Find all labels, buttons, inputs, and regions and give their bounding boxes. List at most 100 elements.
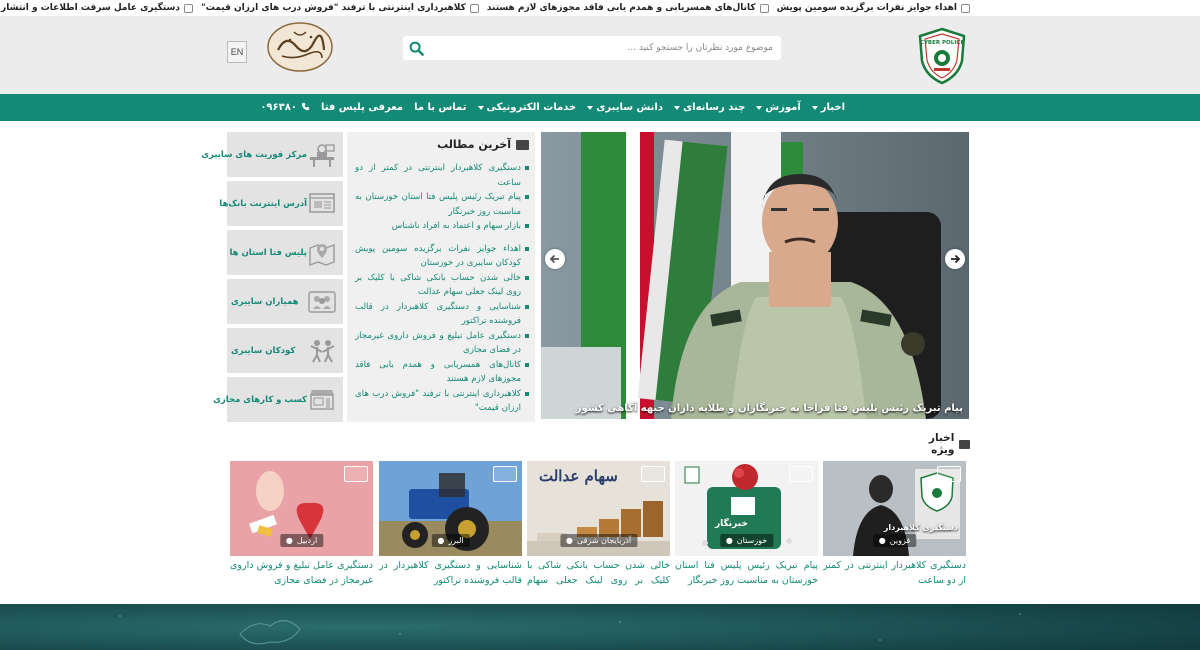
operator-desk-icon: [310, 143, 335, 167]
featured-card[interactable]: البرز ● شناسایی و دستگیری کلاهبردار در قا…: [379, 461, 522, 590]
arrow-right-icon: [951, 254, 961, 264]
card-image: البرز ●: [379, 461, 522, 556]
police-badge-icon: [469, 3, 479, 13]
slide-image: [541, 132, 969, 419]
list-item[interactable]: کلاهبرداری اینترنتی با ترفند "فروش درب ه…: [355, 387, 529, 416]
card-overlay-text: خبرنگار: [715, 519, 748, 529]
chevron-down-icon: [477, 105, 484, 110]
online-shop-icon: [310, 389, 334, 410]
main-navigation: اخبار آموزش چند رسانه‌ای دانش سایبری خدم…: [0, 94, 1200, 121]
logo-text: CYBER POLICE: [920, 40, 964, 46]
newspaper-icon: [641, 466, 665, 482]
slide-caption[interactable]: پیام تبریک رئیس پلیس فتا فراجا به خبرنگا…: [576, 403, 963, 414]
featured-news-header: اخبار ویژه: [908, 432, 970, 456]
arrow-left-icon: [549, 254, 559, 264]
chevron-down-icon: [674, 105, 680, 110]
ticker-item[interactable]: اهداء جوایز نفرات برگزیده سومین پویش: [777, 3, 970, 13]
card-overlay-text: سهام عدالت: [539, 467, 618, 485]
location-tag[interactable]: قزوین ●: [872, 534, 917, 547]
chevron-down-icon: [811, 105, 818, 110]
footer-banner: [0, 604, 1200, 650]
list-item[interactable]: دستگیری کلاهبردار اینترنتی در کمتر از دو…: [355, 161, 529, 190]
map-pin-icon: [309, 243, 335, 266]
language-switch-button[interactable]: EN: [227, 41, 247, 63]
featured-card[interactable]: اردبیل ● دستگیری عامل تبلیغ و فروش داروی …: [230, 461, 373, 590]
card-title[interactable]: خالی شدن حساب بانکی شاکی با کلیک بر روی …: [527, 558, 670, 590]
search-button[interactable]: [403, 36, 429, 60]
quick-link-cyber-emergency[interactable]: مرکز فوریت های سایبری: [201, 132, 343, 177]
quick-link-bank-addresses[interactable]: آدرس اینترنت بانک‌ها: [219, 181, 343, 226]
latest-posts-panel: آخرین مطالب دستگیری کلاهبردار اینترنتی د…: [347, 132, 535, 422]
list-item[interactable]: اهداء جوایز نفرات برگزیده سومین پویش کود…: [355, 242, 529, 271]
news-ticker: اهداء جوایز نفرات برگزیده سومین پویش کان…: [0, 0, 1200, 16]
footer-map-pattern: [0, 604, 1200, 650]
card-image: دستگیری کلاهبردار قزوین ●: [823, 461, 966, 556]
nav-item-multimedia[interactable]: چند رسانه‌ای: [674, 102, 745, 113]
nav-item-news[interactable]: اخبار: [811, 102, 845, 113]
list-item[interactable]: کانال‌های همسریابی و همدم یابی فاقد مجوز…: [355, 358, 529, 387]
newspaper-icon: [493, 466, 517, 482]
list-item[interactable]: شناسایی و دستگیری کلاهبردار در قالب فروش…: [355, 300, 529, 329]
news-slider[interactable]: پیام تبریک رئیس پلیس فتا فراجا به خبرنگا…: [541, 132, 969, 419]
location-pin-icon: ●: [437, 536, 445, 545]
phone-icon: [301, 102, 310, 114]
site-header: CYBER POLICE EN: [0, 16, 1200, 94]
location-tag[interactable]: البرز ●: [431, 534, 470, 547]
featured-card[interactable]: دستگیری کلاهبردار قزوین ● دستگیری کلاهبرد…: [823, 461, 966, 590]
location-pin-icon: ●: [725, 536, 733, 545]
list-item[interactable]: بازار سهام و اعتماد به افراد ناشناس: [355, 219, 529, 234]
location-pin-icon: ●: [565, 536, 573, 545]
police-badge-icon: [961, 3, 970, 13]
location-tag[interactable]: خوزستان ●: [719, 534, 774, 547]
nav-item-about[interactable]: معرفی پلیس فتا: [321, 102, 403, 113]
newspaper-icon: [959, 439, 970, 449]
nav-item-e-services[interactable]: خدمات الکترونیکی: [477, 102, 576, 113]
police-badge-icon: [759, 3, 769, 13]
nav-item-contact[interactable]: تماس با ما: [414, 102, 466, 113]
ticker-item[interactable]: دستگیری عامل سرقت اطلاعات و انتشار آگهی …: [0, 3, 194, 13]
calligraphy-emblem: [264, 20, 336, 74]
quick-link-online-business[interactable]: کسب و کارهای مجازی: [213, 377, 343, 422]
police-badge-icon: [184, 3, 194, 13]
list-item[interactable]: پیام تبریک رئیس پلیس فتا استان خوزستان ب…: [355, 190, 529, 219]
chevron-down-icon: [587, 105, 594, 110]
quick-link-cyber-helpers[interactable]: همیاران سایبری: [227, 279, 343, 324]
nav-item-cyber-knowledge[interactable]: دانش سایبری: [587, 102, 663, 113]
card-image: اردبیل ●: [230, 461, 373, 556]
slider-prev-button[interactable]: [545, 249, 565, 269]
list-item[interactable]: دستگیری عامل تبلیغ و فروش داروی غیرمجاز …: [355, 329, 529, 358]
quick-link-cyber-kids[interactable]: کودکان سایبری: [227, 328, 343, 373]
cyber-police-logo[interactable]: CYBER POLICE: [917, 27, 967, 85]
card-title[interactable]: شناسایی و دستگیری کلاهبردار در قالب فروش…: [379, 558, 522, 590]
list-item[interactable]: خالی شدن حساب بانکی شاکی با کلیک بر روی …: [355, 271, 529, 300]
ticker-item[interactable]: کلاهبرداری اینترنتی با ترفند "فروش درب ه…: [201, 3, 479, 13]
quick-link-provincial-police[interactable]: پلیس فتا استان ها: [227, 230, 343, 275]
quick-links: مرکز فوریت های سایبری آدرس اینترنت بانک‌…: [201, 132, 343, 426]
ticker-item[interactable]: کانال‌های همسریابی و همدم یابی فاقد مجوز…: [487, 3, 769, 13]
slider-next-button[interactable]: [945, 249, 965, 269]
card-image: سهام عدالت آذربایجان شرقی ●: [527, 461, 670, 556]
bank-website-icon: [309, 192, 335, 213]
children-icon: [310, 339, 335, 362]
card-title[interactable]: دستگیری عامل تبلیغ و فروش داروی غیرمجاز …: [230, 558, 373, 590]
latest-posts-header: آخرین مطالب: [355, 138, 529, 151]
card-title[interactable]: دستگیری کلاهبردار اینترنتی در کمتر از دو…: [823, 558, 966, 590]
location-tag[interactable]: آذربایجان شرقی ●: [559, 534, 638, 547]
location-pin-icon: ●: [878, 536, 886, 545]
card-image: خبرنگار خوزستان ●: [675, 461, 818, 556]
chevron-down-icon: [756, 105, 763, 110]
search-input[interactable]: [429, 36, 781, 60]
newspaper-icon: [516, 139, 529, 150]
location-tag[interactable]: اردبیل ●: [279, 534, 324, 547]
card-title[interactable]: پیام تبریک رئیس پلیس فتا استان خوزستان ب…: [675, 558, 818, 590]
latest-posts-list: دستگیری کلاهبردار اینترنتی در کمتر از دو…: [355, 161, 529, 416]
newspaper-icon: [789, 466, 813, 482]
location-pin-icon: ●: [285, 536, 293, 545]
group-people-icon: [308, 290, 336, 313]
nav-item-education[interactable]: آموزش: [756, 102, 801, 113]
nav-item-phone[interactable]: ۰۹۶۳۸۰: [260, 102, 310, 114]
featured-card[interactable]: سهام عدالت آذربایجان شرقی ● خالی شدن حساب…: [527, 461, 670, 590]
featured-card[interactable]: خبرنگار خوزستان ● پیام تبریک رئیس پلیس فت…: [675, 461, 818, 590]
newspaper-icon: [937, 466, 961, 482]
card-overlay-text: دستگیری کلاهبردار: [883, 523, 958, 532]
